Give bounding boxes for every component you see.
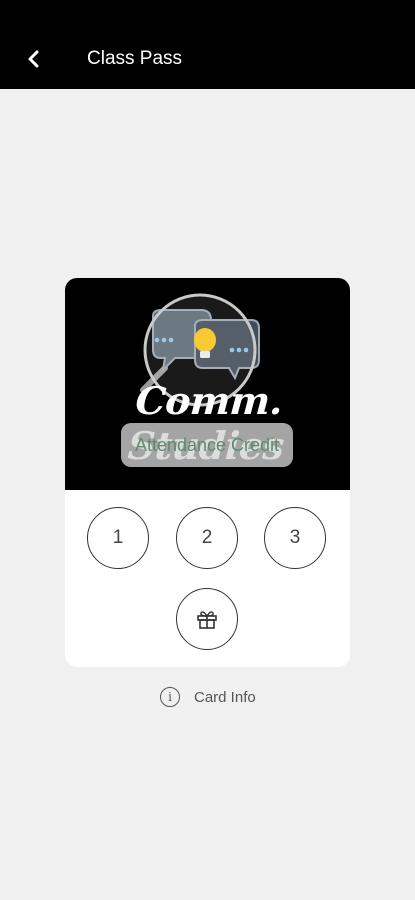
back-button[interactable] xyxy=(17,42,51,76)
info-icon: i xyxy=(160,687,180,707)
page-title: Class Pass xyxy=(87,48,183,69)
stamp-1[interactable]: 1 xyxy=(87,507,149,569)
reward-stamp[interactable] xyxy=(176,588,238,650)
stamp-2[interactable]: 2 xyxy=(176,507,238,569)
card-header-artwork: Comm. Studies Attendance Credit xyxy=(65,278,350,490)
stamp-3[interactable]: 3 xyxy=(264,507,326,569)
gift-icon xyxy=(197,611,217,629)
card-info-button[interactable]: i Card Info xyxy=(160,686,256,708)
card-info-label: Card Info xyxy=(194,688,256,706)
attendance-credit-label: Attendance Credit xyxy=(121,423,293,467)
chevron-left-icon xyxy=(28,50,39,68)
app-bar: Class Pass xyxy=(0,0,415,89)
class-pass-card: Comm. Studies Attendance Credit 1 2 3 xyxy=(65,278,350,667)
